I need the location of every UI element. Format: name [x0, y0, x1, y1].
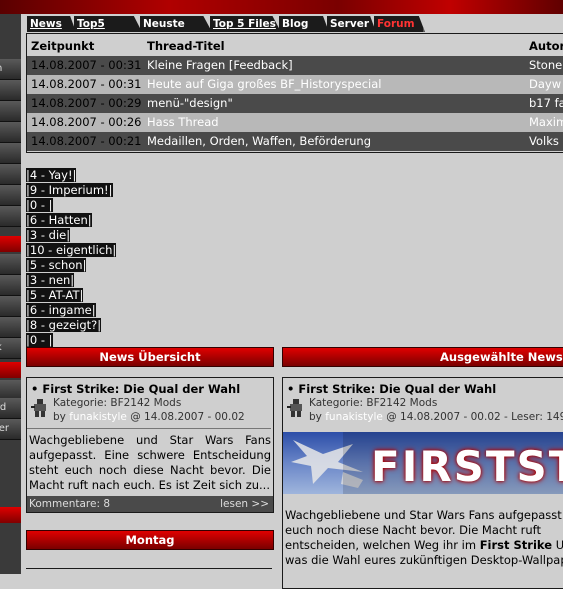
poll-results-list: |4 - Yay!| |9 - Imperium!| |0 - | |6 - H… — [26, 168, 117, 348]
author-link[interactable]: funakistyle — [69, 411, 127, 423]
tab-blog[interactable]: Blog — [279, 16, 329, 32]
thread-title-link[interactable]: Hass Thread — [147, 113, 219, 132]
sidebar-item[interactable] — [0, 206, 21, 227]
thread-time: 14.08.2007 - 00:31 — [31, 58, 142, 72]
thread-title-link[interactable]: Medaillen, Orden, Waffen, Beförderung — [147, 132, 371, 151]
poll-result-item: |0 - | — [26, 333, 53, 347]
thread-author-link[interactable]: Maxim — [529, 113, 563, 132]
thread-time: 14.08.2007 - 00:26 — [31, 115, 142, 129]
sidebar-item[interactable] — [0, 101, 21, 122]
table-row: 14.08.2007 - 00:21 Medaillen, Orden, Waf… — [27, 132, 563, 151]
thread-author-link[interactable]: b17 fa — [529, 94, 563, 113]
tab-neuste-files[interactable]: Neuste Files — [140, 16, 212, 32]
poll-result-item: |3 - die| — [26, 228, 71, 242]
sidebar-item[interactable] — [0, 254, 21, 275]
news-category: Kategorie: BF2142 Mods — [53, 397, 182, 409]
section-header-monday: Montag — [26, 530, 274, 550]
news-excerpt: Wachgebliebene und Star Wars Fans aufgep… — [29, 433, 271, 492]
poll-result-item: |0 - | — [26, 198, 53, 212]
thread-author-link[interactable]: Dayw — [529, 75, 561, 94]
sidebar-item[interactable]: ier — [0, 419, 21, 440]
poll-result-item: |5 - AT-AT| — [26, 288, 84, 302]
table-row: 14.08.2007 - 00:26 Hass Thread Maxim — [27, 113, 563, 132]
table-row: 14.08.2007 - 00:31 Heute auf Giga großes… — [27, 75, 563, 94]
poll-result-item: |5 - schon| — [26, 258, 87, 272]
column-header-title: Thread-Titel — [147, 39, 225, 53]
section-header-selected-news: Ausgewählte News im — [282, 347, 563, 367]
tab-news[interactable]: News — [27, 16, 76, 32]
poll-result-item: |6 - Hatten| — [26, 213, 92, 227]
sidebar-item[interactable] — [0, 317, 21, 338]
news-title-link[interactable]: • First Strike: Die Qual der Wahl — [287, 382, 496, 396]
left-sidebar: n k rd ier — [0, 14, 21, 574]
sidebar-item[interactable]: rd — [0, 398, 21, 419]
tab-top5-news[interactable]: Top5 News — [74, 16, 142, 32]
poll-result-item: |6 - ingame| — [26, 303, 96, 317]
author-link[interactable]: funakistyle — [325, 411, 383, 423]
sidebar-item[interactable] — [0, 143, 21, 164]
sidebar-item[interactable]: k — [0, 338, 21, 359]
sidebar-section-header — [0, 236, 21, 252]
tab-top5-files[interactable]: Top 5 Files — [210, 16, 281, 32]
read-more-link[interactable]: lesen >> — [220, 496, 269, 512]
sidebar-item[interactable] — [0, 122, 21, 143]
table-row: 14.08.2007 - 00:31 Kleine Fragen [Feedba… — [27, 56, 563, 75]
latest-threads-table: Zeitpunkt Thread-Titel Autor 14.08.2007 … — [26, 33, 563, 153]
selected-news-item: • First Strike: Die Qual der Wahl Katego… — [282, 377, 563, 589]
thread-time: 14.08.2007 - 00:29 — [31, 96, 142, 110]
thread-time: 14.08.2007 - 00:21 — [31, 134, 142, 148]
divider — [27, 428, 271, 429]
sidebar-item[interactable] — [0, 80, 21, 101]
column-header-author: Autor — [529, 39, 563, 53]
sidebar-item[interactable] — [0, 296, 21, 317]
news-body: Wachgebliebene und Star Wars Fans aufgep… — [285, 508, 563, 567]
news-overview-item: • First Strike: Die Qual der Wahl Katego… — [26, 377, 274, 513]
thread-author-link[interactable]: Stoner — [529, 56, 563, 75]
sidebar-section-header — [0, 362, 21, 378]
news-category: Kategorie: BF2142 Mods — [309, 397, 438, 409]
news-title-link[interactable]: • First Strike: Die Qual der Wahl — [31, 382, 240, 396]
news-banner-image: FIRSTSTR — [283, 432, 563, 494]
column-header-time: Zeitpunkt — [31, 39, 95, 53]
news-footer: Kommentare: 8 lesen >> — [27, 496, 273, 512]
table-header: Zeitpunkt Thread-Titel Autor — [27, 34, 563, 56]
sidebar-item[interactable]: n — [0, 59, 21, 80]
soldier-icon — [287, 399, 302, 417]
poll-result-item: |8 - gezeigt?| — [26, 318, 102, 332]
news-byline: by funakistyle @ 14.08.2007 - 00.02 - Le… — [309, 411, 563, 423]
poll-result-item: |10 - eigentlich| — [26, 243, 117, 257]
poll-result-item: |9 - Imperium!| — [26, 183, 113, 197]
sidebar-item[interactable] — [0, 164, 21, 185]
tab-forum[interactable]: Forum — [374, 16, 425, 32]
tab-server[interactable]: Server — [327, 16, 376, 32]
top-banner-strip — [0, 0, 563, 14]
sidebar-section-header — [0, 507, 21, 523]
soldier-icon — [31, 399, 46, 417]
poll-result-item: |4 - Yay!| — [26, 168, 77, 182]
sidebar-item[interactable] — [0, 275, 21, 296]
banner-title: FIRSTSTR — [371, 442, 563, 491]
poll-result-item: |3 - nen| — [26, 273, 75, 287]
news-byline: by funakistyle @ 14.08.2007 - 00.02 — [53, 411, 245, 423]
sidebar-item[interactable] — [0, 185, 21, 206]
section-header-news-overview: News Übersicht — [26, 347, 274, 367]
thread-time: 14.08.2007 - 00:31 — [31, 77, 142, 91]
comments-link[interactable]: Kommentare: 8 — [29, 496, 110, 512]
thread-title-link[interactable]: menü-"design" — [147, 94, 233, 113]
thread-title-link[interactable]: Kleine Fragen [Feedback] — [147, 56, 293, 75]
thread-author-link[interactable]: Volks — [529, 132, 559, 151]
thread-title-link[interactable]: Heute auf Giga großes BF_Historyspecial — [147, 75, 381, 94]
table-row: 14.08.2007 - 00:29 menü-"design" b17 fa — [27, 94, 563, 113]
